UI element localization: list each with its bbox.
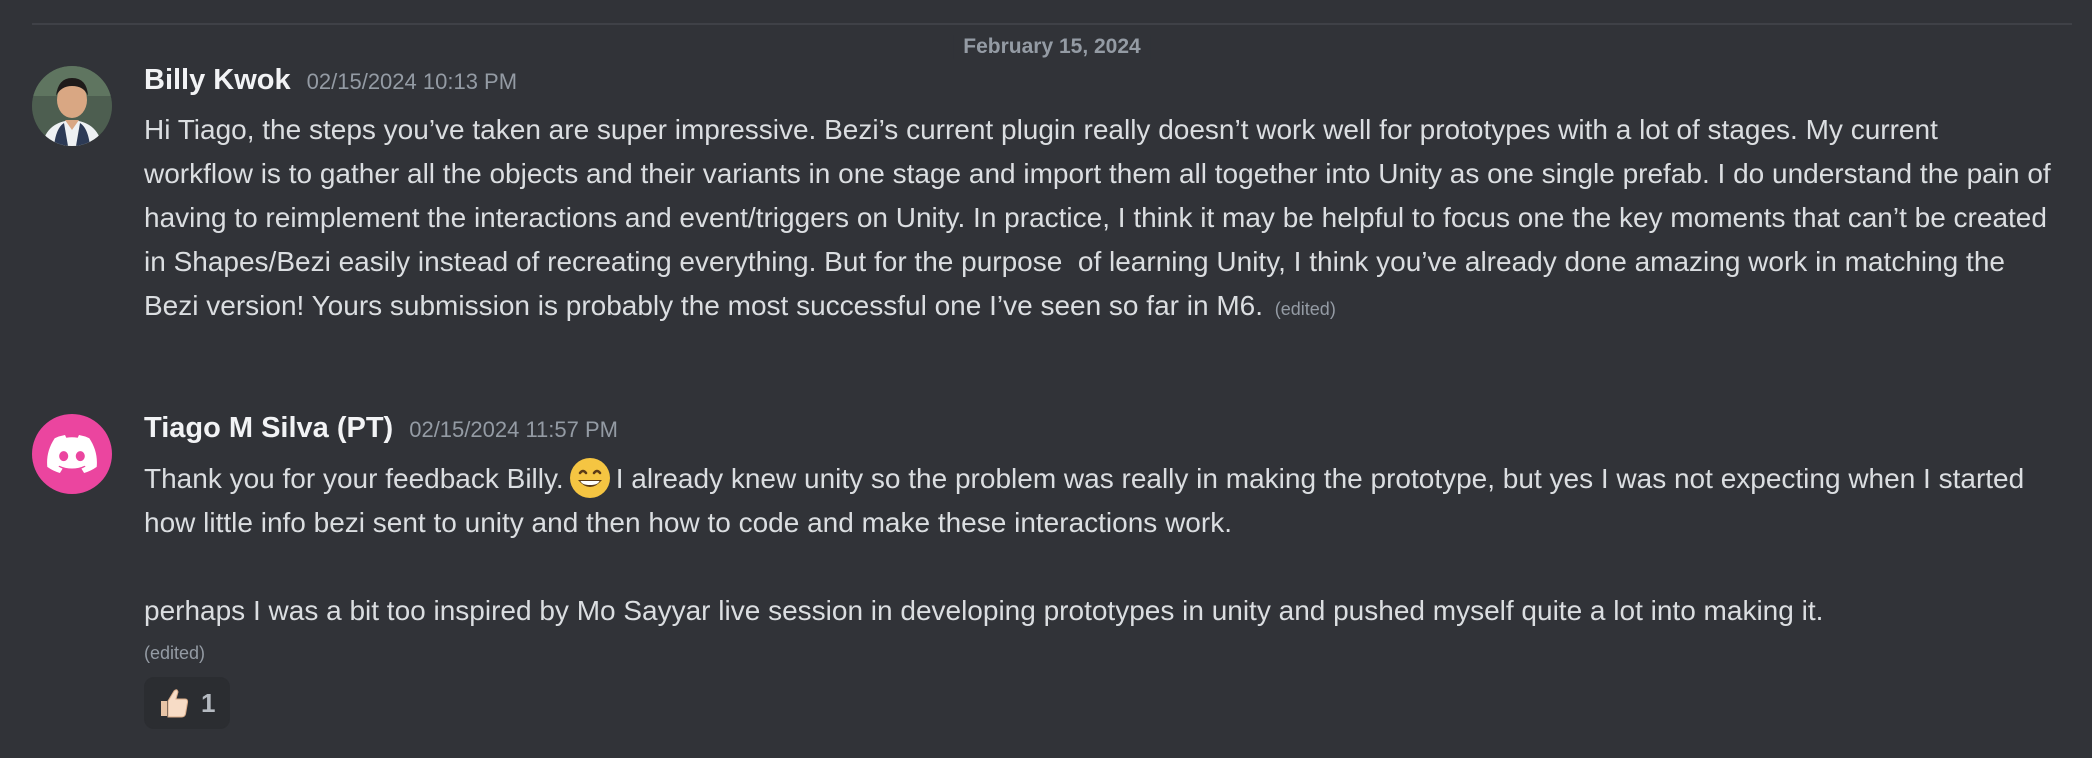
message-timestamp: 02/15/2024 11:57 PM xyxy=(409,417,618,442)
message-text: Thank you for your feedback Billy. I alre… xyxy=(144,456,2052,633)
message-author[interactable]: Tiago M Silva (PT) xyxy=(144,412,393,445)
message-text-paragraph-2: perhaps I was a bit too inspired by Mo S… xyxy=(144,595,1824,626)
thumbs-up-icon xyxy=(161,689,189,718)
message-text: Hi Tiago, the steps you’ve taken are sup… xyxy=(144,108,2052,331)
message-author[interactable]: Billy Kwok xyxy=(144,64,291,97)
discord-logo-icon xyxy=(47,435,97,473)
discord-logo-avatar[interactable] xyxy=(32,414,112,494)
user-photo-avatar-image xyxy=(32,66,112,146)
message-text-before-emoji: Thank you for your feedback Billy. xyxy=(144,463,564,494)
edited-label: (edited) xyxy=(144,643,206,663)
message-billy[interactable]: Billy Kwok 02/15/2024 10:13 PM Hi Tiago,… xyxy=(32,64,2052,331)
edited-label: (edited) xyxy=(1274,299,1336,319)
reaction-thumbs-up[interactable]: 1 xyxy=(144,677,231,729)
message-text-content: Hi Tiago, the steps you’ve taken are sup… xyxy=(144,114,2059,321)
grinning-face-icon[interactable] xyxy=(568,456,612,500)
date-divider-label: February 15, 2024 xyxy=(953,35,1151,59)
user-photo-avatar[interactable] xyxy=(32,66,112,146)
date-divider: February 15, 2024 xyxy=(32,23,2072,59)
reaction-count: 1 xyxy=(201,687,216,718)
message-tiago[interactable]: Tiago M Silva (PT) 02/15/2024 11:57 PM T… xyxy=(32,412,2052,729)
message-timestamp: 02/15/2024 10:13 PM xyxy=(306,69,518,94)
